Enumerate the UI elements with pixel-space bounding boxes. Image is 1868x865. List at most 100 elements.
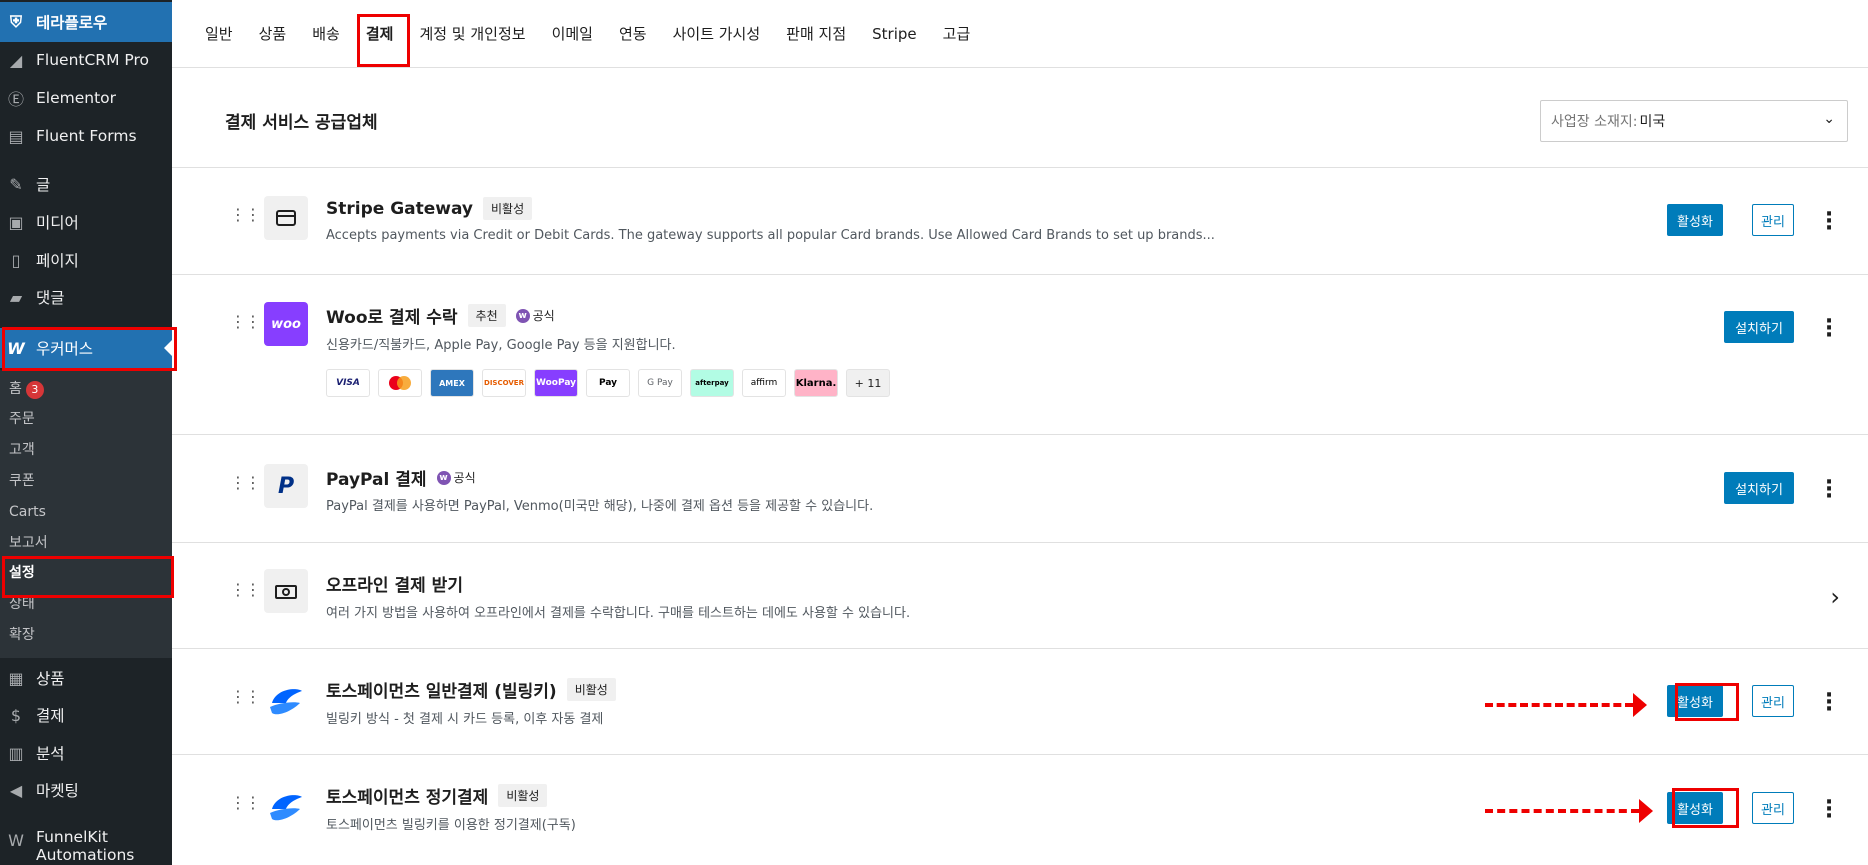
drag-handle-icon[interactable]: ⋮⋮: [230, 795, 261, 811]
submenu-home[interactable]: 홈3: [9, 378, 44, 400]
status-badge: 비활성: [498, 784, 548, 807]
provider-row-offline[interactable]: ⋮⋮ 오프라인 결제 받기 여러 가지 방법을 사용하여 오프라인에서 결제를 …: [172, 543, 1868, 649]
discover-icon: DISCOVER: [482, 369, 526, 397]
sidebar-brand[interactable]: ⛨ 테라플로우: [0, 2, 172, 42]
install-button[interactable]: 설치하기: [1724, 472, 1794, 504]
provider-name: PayPal 결제: [326, 470, 427, 490]
tab-products[interactable]: 상품: [246, 0, 300, 68]
panel-title: 결제 서비스 공급업체: [225, 113, 378, 133]
sidebar-brand-label: 테라플로우: [36, 14, 108, 32]
drag-handle-icon[interactable]: ⋮⋮: [230, 314, 261, 330]
tab-shipping[interactable]: 배송: [299, 0, 353, 68]
annotation-arrow-head: [1633, 693, 1647, 717]
archive-icon: ▦: [8, 668, 24, 688]
sidebar-item-label: 우커머스: [36, 340, 94, 358]
tab-accounts-privacy[interactable]: 계정 및 개인정보: [406, 0, 538, 68]
sidebar-item-marketing[interactable]: ◀ 마켓팅: [0, 772, 172, 808]
page-icon: ▯: [11, 250, 21, 270]
drag-handle-icon[interactable]: ⋮⋮: [230, 689, 261, 705]
business-location-select[interactable]: 사업장 소재지: 미국 ⌄: [1540, 100, 1848, 142]
provider-name: 토스페이먼츠 정기결제: [326, 788, 489, 808]
submenu-reports[interactable]: 보고서: [9, 532, 48, 554]
drag-handle-icon[interactable]: ⋮⋮: [230, 207, 261, 223]
drag-handle-icon[interactable]: ⋮⋮: [230, 475, 261, 491]
more-menu-icon[interactable]: · · ·: [1824, 311, 1834, 347]
submenu-label: 상태: [9, 596, 35, 612]
provider-name: 오프라인 결제 받기: [326, 576, 463, 596]
more-menu-icon[interactable]: · · ·: [1824, 685, 1834, 721]
tab-general[interactable]: 일반: [192, 0, 246, 68]
more-menu-icon[interactable]: · · ·: [1824, 792, 1834, 828]
activate-button[interactable]: 활성화: [1667, 204, 1723, 236]
sidebar-item-label: 댓글: [36, 289, 65, 307]
country-label: 사업장 소재지:: [1551, 114, 1638, 130]
sidebar-item-funnelkit[interactable]: W FunnelKit Automations: [0, 828, 172, 865]
activate-button[interactable]: 활성화: [1667, 685, 1723, 717]
toss-logo: [264, 679, 308, 723]
provider-description: 빌링키 방식 - 첫 결제 시 카드 등록, 이후 자동 결제: [326, 712, 604, 727]
sidebar-item-payments[interactable]: $ 결제: [0, 697, 172, 733]
submenu-settings[interactable]: 설정: [9, 562, 35, 584]
sidebar-item-elementor[interactable]: Ⓔ Elementor: [0, 80, 172, 116]
notification-badge: 3: [25, 381, 44, 399]
woo-official-icon: w: [515, 308, 530, 323]
tab-integration[interactable]: 연동: [606, 0, 660, 68]
fluent-forms-icon: ▤: [8, 126, 24, 146]
manage-button[interactable]: 관리: [1752, 204, 1794, 236]
install-button[interactable]: 설치하기: [1724, 311, 1794, 343]
sidebar-item-label: 미디어: [36, 214, 79, 232]
admin-sidebar: ⛨ 테라플로우 ◢ FluentCRM Pro Ⓔ Elementor ▤ Fl…: [0, 0, 172, 865]
megaphone-icon: ◀: [9, 780, 23, 800]
provider-title: Stripe Gateway 비활성: [326, 197, 533, 220]
tab-stripe[interactable]: Stripe: [859, 0, 930, 68]
submenu-carts[interactable]: Carts: [9, 501, 46, 523]
submenu-customers[interactable]: 고객: [9, 439, 35, 461]
submenu-label: 홈: [9, 381, 22, 397]
submenu-orders[interactable]: 주문: [9, 408, 35, 430]
panel-header: 결제 서비스 공급업체 사업장 소재지: 미국 ⌄: [172, 68, 1868, 168]
submenu-coupons[interactable]: 쿠폰: [9, 470, 35, 492]
submenu-label: 보고서: [9, 535, 48, 551]
chevron-down-icon: ⌄: [1823, 111, 1835, 127]
afterpay-icon: afterpay: [690, 369, 734, 397]
visa-icon: VISA: [326, 369, 370, 397]
drag-handle-icon[interactable]: ⋮⋮: [230, 582, 261, 598]
toss-logo: [264, 785, 308, 829]
manage-button[interactable]: 관리: [1752, 792, 1794, 824]
sidebar-item-pages[interactable]: ▯ 페이지: [0, 242, 172, 278]
submenu-extensions[interactable]: 확장: [9, 624, 35, 646]
provider-row-paypal: ⋮⋮ P PayPal 결제 w 공식 PayPal 결제를 사용하면 PayPa…: [172, 435, 1868, 543]
provider-title: 토스페이먼츠 정기결제 비활성: [326, 783, 548, 808]
sidebar-item-fluentcrm[interactable]: ◢ FluentCRM Pro: [0, 42, 172, 78]
submenu-label: Carts: [9, 504, 46, 520]
tab-payments[interactable]: 결제: [353, 0, 407, 68]
submenu-status[interactable]: 상태: [9, 593, 35, 615]
annotation-arrow-head: [1639, 799, 1653, 823]
sidebar-item-woocommerce[interactable]: W 우커머스: [0, 328, 172, 368]
sidebar-item-label: FluentCRM Pro: [36, 51, 149, 69]
sidebar-item-analytics[interactable]: ▥ 분석: [0, 735, 172, 771]
chevron-right-icon[interactable]: ›: [1830, 583, 1840, 611]
submenu-label: 주문: [9, 411, 35, 427]
sidebar-item-posts[interactable]: ✎ 글: [0, 166, 172, 202]
sidebar-item-label: 상품: [36, 670, 65, 688]
sidebar-item-comments[interactable]: ▰ 댓글: [0, 279, 172, 315]
recommended-badge: 추천: [467, 304, 506, 327]
manage-button[interactable]: 관리: [1752, 685, 1794, 717]
tab-point-of-sale[interactable]: 판매 지점: [773, 0, 859, 68]
sidebar-item-fluent-forms[interactable]: ▤ Fluent Forms: [0, 118, 172, 154]
more-methods-badge[interactable]: + 11: [846, 369, 890, 397]
sidebar-item-label: Elementor: [36, 89, 117, 107]
tab-emails[interactable]: 이메일: [539, 0, 606, 68]
official-badge: w 공식: [436, 469, 476, 486]
more-menu-icon[interactable]: · · ·: [1824, 204, 1834, 240]
woo-logo: woo: [264, 302, 308, 346]
more-menu-icon[interactable]: · · ·: [1824, 472, 1834, 508]
activate-button[interactable]: 활성화: [1667, 792, 1723, 824]
woocommerce-submenu: 홈3 주문 고객 쿠폰 Carts 보고서 설정 상태 확장: [0, 370, 172, 658]
tab-site-visibility[interactable]: 사이트 가시성: [660, 0, 774, 68]
tab-advanced[interactable]: 고급: [930, 0, 984, 68]
sidebar-item-products[interactable]: ▦ 상품: [0, 660, 172, 696]
status-badge: 비활성: [483, 197, 533, 220]
sidebar-item-media[interactable]: ▣ 미디어: [0, 204, 172, 240]
